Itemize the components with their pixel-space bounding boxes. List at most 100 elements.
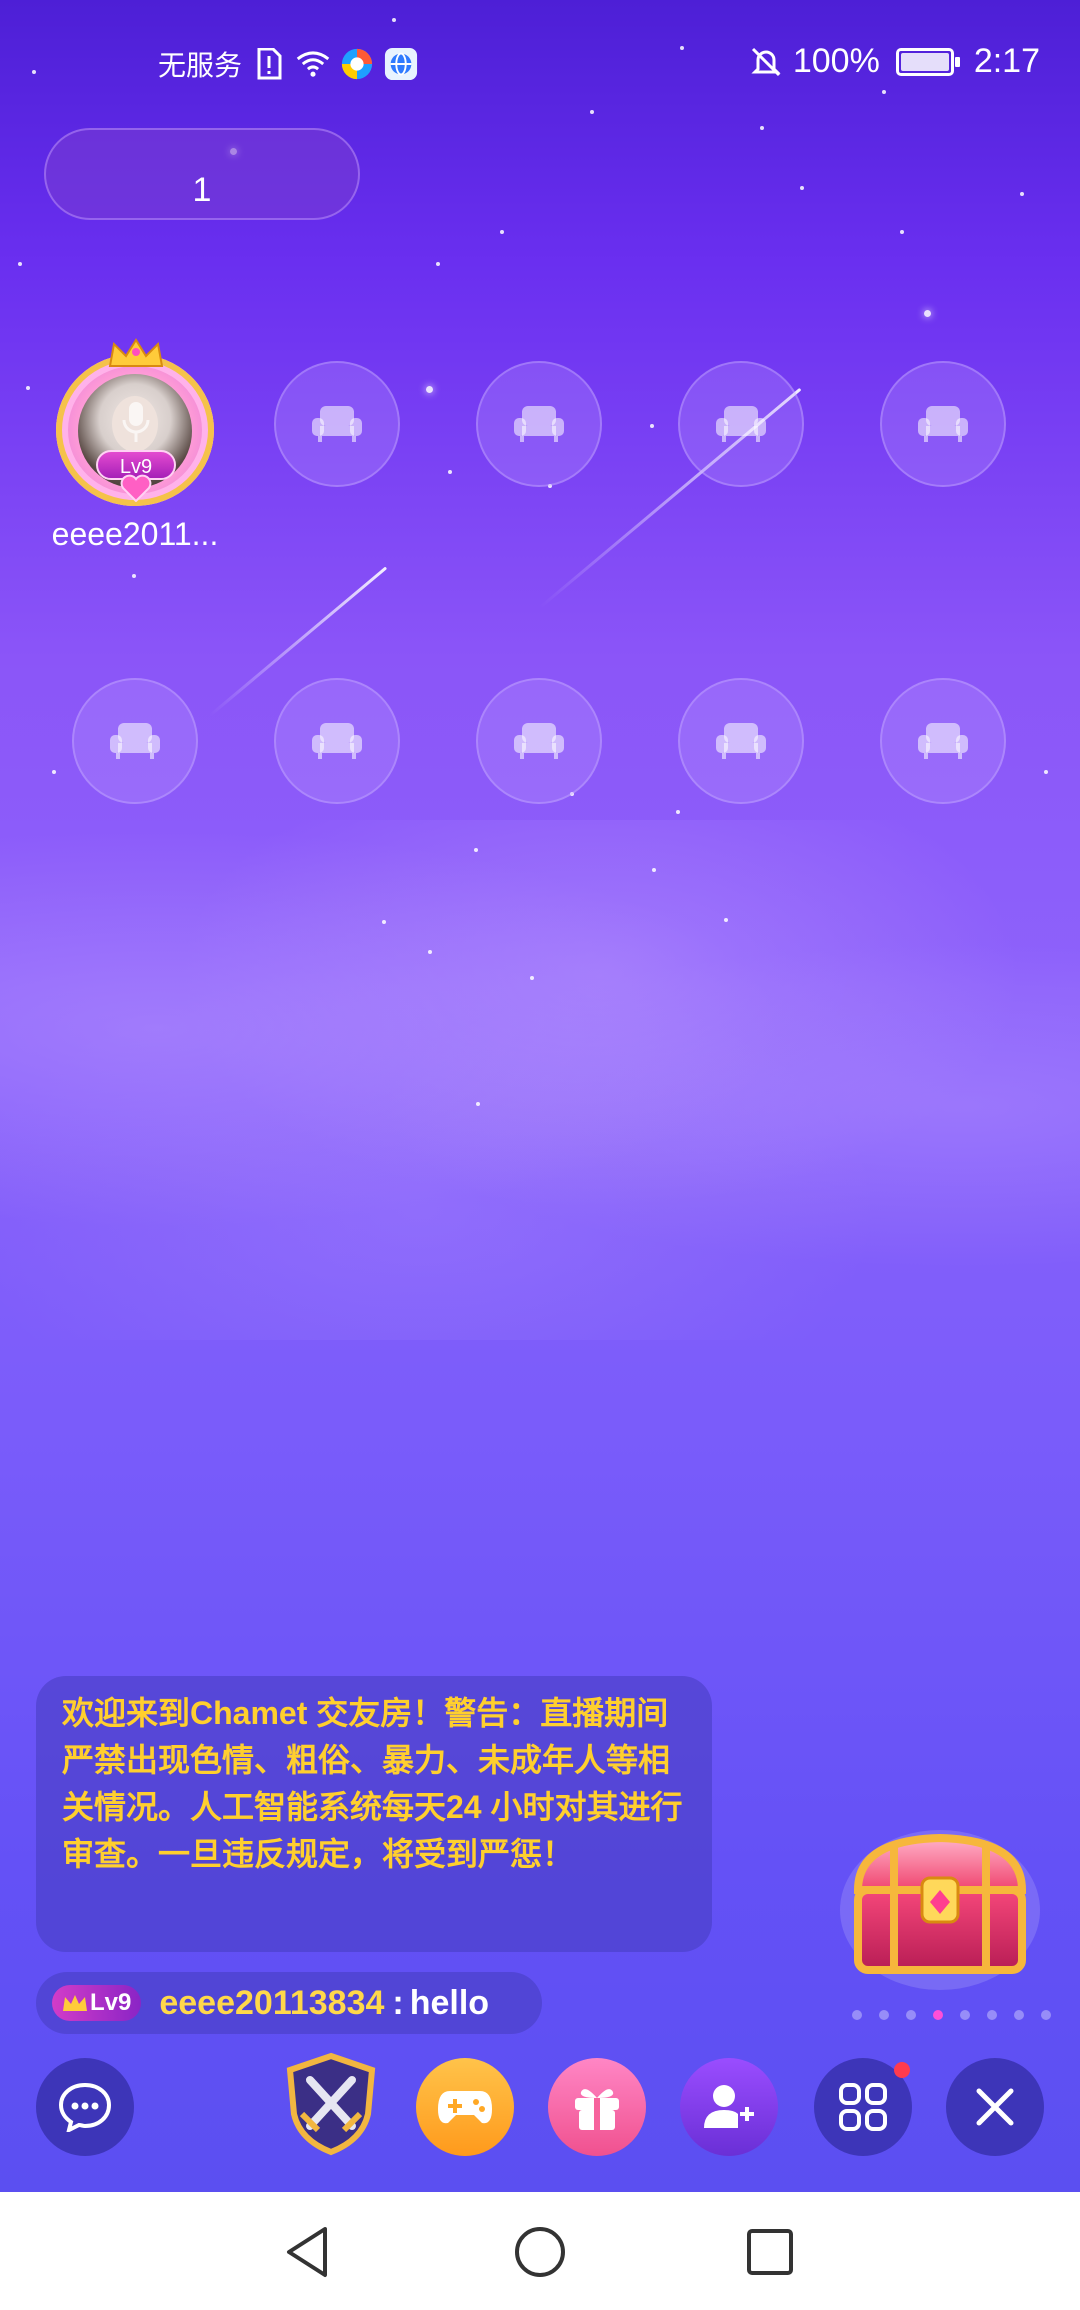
chat-separator: : — [392, 1983, 404, 2022]
chat-level-badge: Lv9 — [52, 1985, 142, 2021]
clock: 2:17 — [973, 42, 1040, 80]
pager-dot — [1014, 2010, 1024, 2020]
empty-seat[interactable] — [678, 678, 804, 804]
empty-seat[interactable] — [476, 678, 602, 804]
more-apps-button[interactable] — [814, 2058, 912, 2156]
empty-seat[interactable] — [880, 678, 1006, 804]
empty-seat[interactable] — [274, 678, 400, 804]
home-button[interactable] — [510, 2222, 570, 2282]
star — [652, 868, 656, 872]
add-user-icon — [704, 2085, 754, 2128]
star — [52, 770, 56, 774]
empty-seat[interactable] — [274, 361, 400, 487]
sofa-icon — [312, 406, 362, 442]
sofa-icon — [514, 406, 564, 442]
recents-square-icon — [747, 2229, 793, 2275]
cloud-background — [0, 820, 1080, 1340]
host-name: eeee2011... — [51, 516, 219, 552]
close-icon — [976, 2088, 1014, 2126]
back-triangle-icon — [287, 2227, 327, 2277]
home-circle-icon — [515, 2227, 565, 2277]
globe-app-icon — [384, 47, 418, 81]
star — [426, 386, 433, 393]
heart-icon — [120, 474, 152, 502]
status-bar: 无服务 100% 2:17 — [0, 30, 1080, 94]
star — [392, 18, 396, 22]
pager-dot-active — [933, 2010, 943, 2020]
room-id-pill[interactable]: 1 — [44, 128, 360, 220]
host-seat[interactable]: Lv9 — [50, 338, 222, 510]
pager-dot — [879, 2010, 889, 2020]
star — [382, 920, 386, 924]
browser-icon — [340, 47, 374, 81]
battery-percent: 100% — [792, 42, 880, 80]
mic-icon — [122, 402, 150, 442]
sofa-icon — [918, 723, 968, 759]
sofa-icon — [716, 723, 766, 759]
gamepad-icon — [438, 2091, 492, 2124]
empty-seat[interactable] — [880, 361, 1006, 487]
wifi-icon — [296, 47, 330, 81]
status-left: 无服务 — [158, 44, 418, 84]
room-screen: 无服务 100% 2:17 1 Lv9 eeee2011... 欢迎来到Cham… — [0, 0, 1080, 2192]
apps-grid-icon — [839, 2083, 887, 2131]
gift-button[interactable] — [548, 2058, 646, 2156]
star — [800, 186, 804, 190]
star — [132, 574, 136, 578]
star — [474, 848, 478, 852]
sofa-icon — [918, 406, 968, 442]
chat-button[interactable] — [36, 2058, 134, 2156]
notification-dot — [894, 2062, 910, 2078]
treasure-chest-icon[interactable] — [838, 1820, 1042, 1990]
star — [26, 386, 30, 390]
crown-icon — [108, 338, 164, 367]
sofa-icon — [514, 723, 564, 759]
star — [590, 110, 594, 114]
sofa-icon — [716, 406, 766, 442]
empty-seat[interactable] — [678, 361, 804, 487]
room-id-text: 1 — [192, 171, 212, 209]
chat-message[interactable]: Lv9 eeee20113834 : hello — [36, 1972, 542, 2034]
carousel-pager — [852, 2010, 1051, 2020]
star — [924, 310, 931, 317]
chat-level-text: Lv9 — [90, 1989, 132, 2016]
chat-username[interactable]: eeee20113834 — [159, 1984, 384, 2023]
star — [1020, 192, 1024, 196]
star — [900, 230, 904, 234]
star — [448, 470, 452, 474]
pager-dot — [987, 2010, 997, 2020]
bell-off-icon — [749, 45, 783, 79]
star — [724, 918, 728, 922]
star — [760, 126, 764, 130]
star — [428, 950, 432, 954]
system-nav-bar — [0, 2192, 1080, 2310]
close-room-button[interactable] — [946, 2058, 1044, 2156]
sim-alert-icon — [252, 47, 286, 81]
pager-dot — [1041, 2010, 1051, 2020]
pager-dot — [852, 2010, 862, 2020]
star — [650, 424, 654, 428]
battery-charging-icon — [895, 47, 960, 76]
back-button[interactable] — [278, 2222, 338, 2282]
empty-seat[interactable] — [476, 361, 602, 487]
recents-button[interactable] — [740, 2222, 800, 2282]
status-right: 100% 2:17 — [749, 42, 1040, 81]
invite-button[interactable] — [680, 2058, 778, 2156]
game-button[interactable] — [416, 2058, 514, 2156]
star — [1044, 770, 1048, 774]
star — [530, 976, 534, 980]
shield-swords-icon[interactable] — [282, 2052, 380, 2156]
carrier-text: 无服务 — [158, 50, 243, 81]
star — [500, 230, 504, 234]
star — [436, 262, 440, 266]
crown-icon — [63, 1995, 87, 2011]
sofa-icon — [312, 723, 362, 759]
star — [18, 262, 22, 266]
pager-dot — [906, 2010, 916, 2020]
star — [476, 1102, 480, 1106]
sofa-icon — [110, 723, 160, 759]
chat-bubble-icon — [58, 2082, 112, 2132]
empty-seat[interactable] — [72, 678, 198, 804]
star — [676, 810, 680, 814]
gift-icon — [575, 2089, 619, 2130]
